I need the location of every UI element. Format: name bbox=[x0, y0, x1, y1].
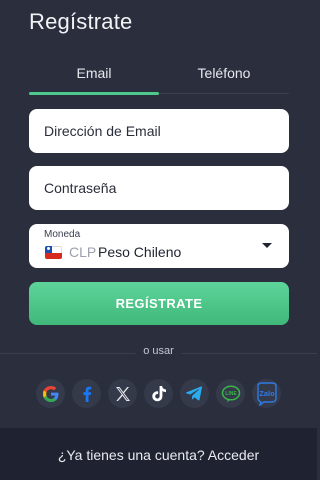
google-icon bbox=[42, 385, 58, 402]
currency-select-label: Moneda bbox=[44, 229, 81, 240]
login-prompt-text: ¿Ya tienes una cuenta? bbox=[57, 447, 205, 463]
x-icon bbox=[115, 386, 130, 401]
chevron-down-icon bbox=[262, 243, 272, 248]
page-title: Regístrate bbox=[29, 9, 133, 34]
auth-tabs: Email Teléfono bbox=[29, 56, 289, 95]
login-prompt-bar: ¿Ya tienes una cuenta? Acceder bbox=[0, 428, 317, 480]
currency-code: CLP bbox=[69, 244, 97, 260]
tiktok-icon bbox=[151, 386, 166, 402]
divider-text: o usar bbox=[135, 345, 182, 357]
email-field[interactable] bbox=[44, 123, 289, 139]
x-login-button[interactable] bbox=[108, 379, 137, 408]
login-link[interactable]: Acceder bbox=[208, 447, 259, 463]
tab-email-label: Email bbox=[76, 65, 112, 81]
password-field-wrapper bbox=[29, 166, 289, 210]
email-field-wrapper bbox=[29, 109, 289, 153]
currency-select[interactable]: Moneda CLP Peso Chileno bbox=[29, 224, 289, 268]
zalo-login-button[interactable]: Zalo bbox=[252, 379, 281, 408]
chile-flag-icon bbox=[45, 246, 62, 259]
tab-phone-label: Teléfono bbox=[197, 65, 251, 81]
facebook-login-button[interactable] bbox=[72, 379, 101, 408]
line-login-button[interactable]: LINE bbox=[216, 379, 245, 408]
social-login-row: LINE Zalo bbox=[36, 379, 286, 411]
telegram-login-button[interactable] bbox=[180, 379, 209, 408]
svg-text:Zalo: Zalo bbox=[259, 389, 275, 398]
tab-phone[interactable]: Teléfono bbox=[159, 56, 289, 94]
tab-email[interactable]: Email bbox=[29, 56, 159, 94]
line-icon: LINE bbox=[221, 384, 240, 402]
svg-text:LINE: LINE bbox=[225, 390, 237, 396]
google-login-button[interactable] bbox=[36, 379, 65, 408]
currency-name: Peso Chileno bbox=[98, 244, 182, 260]
facebook-icon bbox=[82, 386, 91, 402]
active-tab-indicator bbox=[29, 92, 159, 95]
zalo-icon: Zalo bbox=[256, 381, 277, 406]
telegram-icon bbox=[186, 386, 203, 401]
register-button[interactable]: REGÍSTRATE bbox=[29, 282, 289, 325]
tiktok-login-button[interactable] bbox=[144, 379, 173, 408]
password-field[interactable] bbox=[44, 180, 289, 196]
